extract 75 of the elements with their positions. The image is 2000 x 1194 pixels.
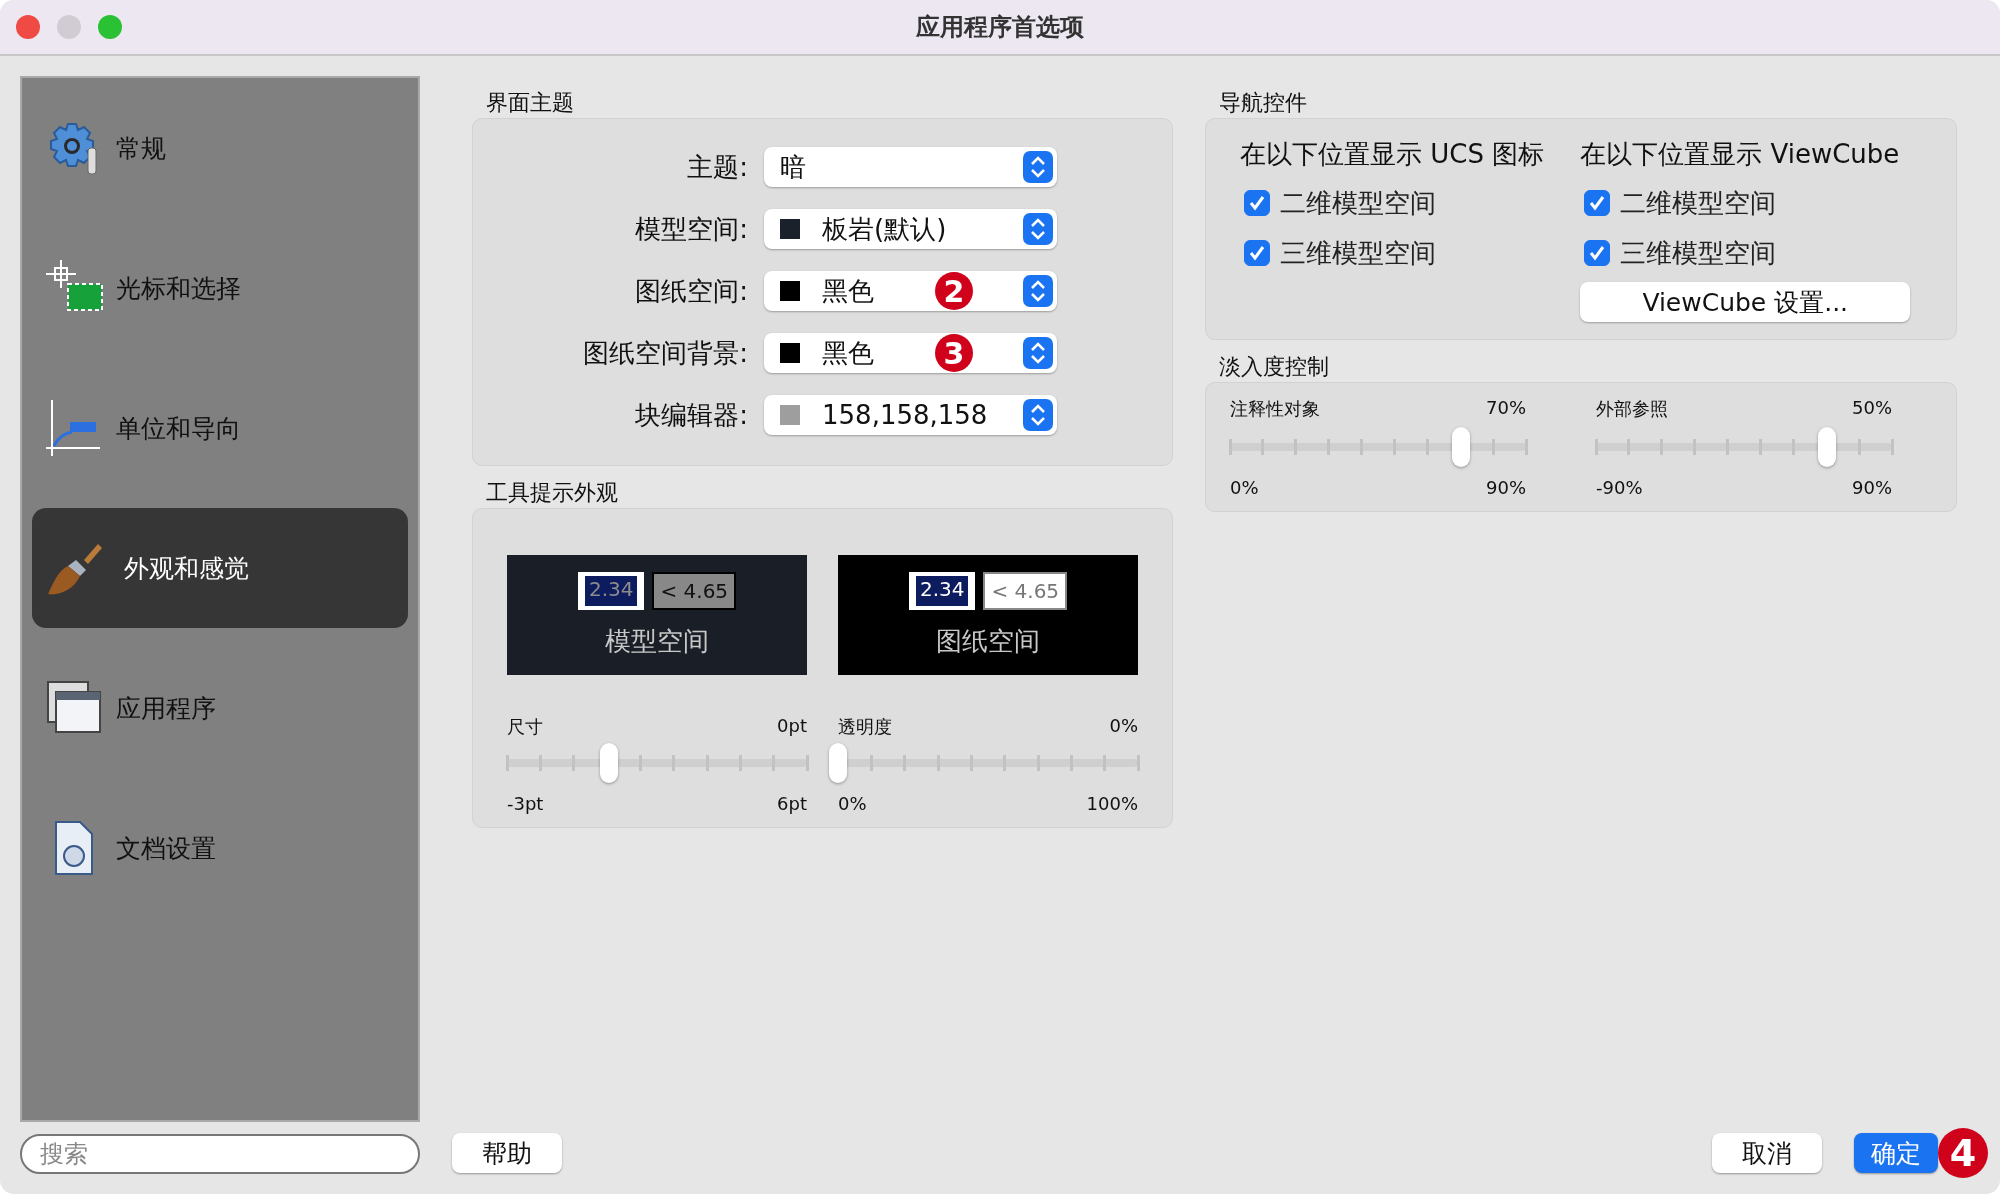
slider-thumb[interactable] [1817,427,1836,467]
slider-max-label: 90% [1486,477,1526,498]
zoom-button[interactable] [98,15,122,39]
slider-value: 0% [1109,715,1138,738]
checkbox[interactable] [1244,190,1270,216]
preview-caption: 图纸空间 [936,624,1040,658]
group-title: 淡入度控制 [1218,353,1330,381]
slider-max-label: 100% [1086,793,1138,814]
slider-value: 70% [1486,397,1526,420]
slider-thumb[interactable] [829,743,847,783]
preview-hint: < 4.65 [983,571,1068,610]
sidebar-item[interactable]: 文档设置 [32,788,408,908]
slider-min-label: -90% [1596,477,1643,498]
stepper-icon [1023,399,1053,431]
slider-max-label: 6pt [777,793,807,814]
field-label: 块编辑器: [634,398,748,432]
sidebar-item[interactable]: 单位和导向 [32,368,408,488]
checkbox-label: 二维模型空间 [1280,186,1436,220]
callout-badge: 3 [935,334,973,372]
slider-label: 外部参照 [1596,397,1668,421]
dropdown[interactable]: 暗 [764,147,1057,187]
group-title: 导航控件 [1218,89,1308,117]
close-button[interactable] [16,15,40,39]
cancel-button[interactable]: 取消 [1712,1133,1822,1173]
field-label: 图纸空间: [634,274,748,308]
preview-caption: 模型空间 [605,624,709,658]
slider-label: 尺寸 [507,715,543,739]
checkmark-icon [1247,243,1267,263]
slider-min-label: 0% [1230,477,1259,498]
section-heading: 在以下位置显示 ViewCube [1580,138,1901,171]
sidebar-item[interactable]: 光标和选择 [32,228,408,348]
slider-value: 0pt [777,715,807,738]
field-label: 模型空间: [634,212,748,246]
slider-label: 注释性对象 [1230,397,1320,421]
viewcube-settings-button[interactable]: ViewCube 设置... [1580,282,1911,322]
search-field[interactable]: 搜索 [20,1134,420,1174]
checkbox-label: 三维模型空间 [1280,236,1436,270]
window-title: 应用程序首选项 [916,12,1084,43]
preview-value: 2.34 [577,571,645,610]
sidebar-item[interactable]: 外观和感觉 [32,508,408,628]
stepper-icon [1023,275,1053,307]
sidebar-item[interactable]: 应用程序 [32,648,408,768]
field-label: 图纸空间背景: [582,336,748,370]
callout-badge: 4 [1938,1128,1988,1178]
checkmark-icon [1247,193,1267,213]
ok-button[interactable]: 确定 [1854,1133,1938,1173]
sidebar-item[interactable]: 常规 [32,88,408,208]
field-label: 主题: [686,150,748,184]
slider-label: 透明度 [838,715,892,739]
callout-badge: 2 [935,272,973,310]
slider-thumb[interactable] [1451,427,1470,467]
checkbox[interactable] [1244,240,1270,266]
dropdown[interactable]: 158,158,158 [764,395,1057,435]
checkbox-label: 三维模型空间 [1620,236,1777,270]
minimize-button[interactable] [57,15,81,39]
checkbox[interactable] [1584,190,1611,216]
dropdown[interactable]: 黑色 2 [764,271,1057,311]
preview-value: 2.34 [908,571,976,610]
dropdown[interactable]: 板岩(默认) [764,209,1057,249]
slider-min-label: 0% [838,793,867,814]
slider-value: 50% [1852,397,1892,420]
stepper-icon [1023,213,1053,245]
checkbox[interactable] [1584,240,1611,266]
slider-thumb[interactable] [600,743,618,783]
group-title: 界面主题 [485,89,575,117]
group-title: 工具提示外观 [485,479,619,507]
preview-hint: < 4.65 [652,571,737,610]
slider-min-label: -3pt [507,793,544,814]
help-button[interactable]: 帮助 [452,1133,562,1173]
dropdown[interactable]: 黑色 3 [764,333,1057,373]
checkbox-label: 二维模型空间 [1620,186,1777,220]
stepper-icon [1023,151,1053,183]
slider-max-label: 90% [1852,477,1892,498]
section-heading: 在以下位置显示 UCS 图标 [1240,138,1545,171]
stepper-icon [1023,337,1053,369]
